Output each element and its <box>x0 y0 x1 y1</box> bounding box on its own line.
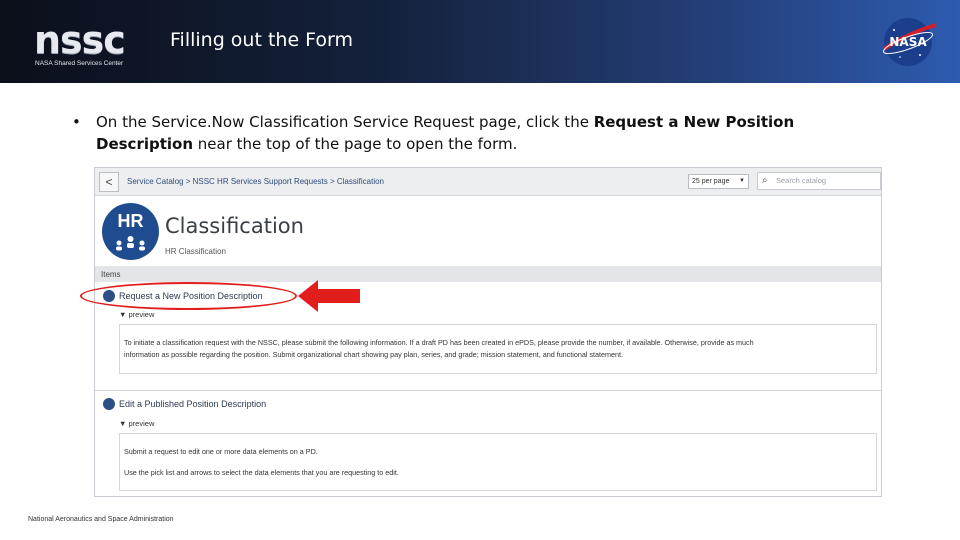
per-page-value: 25 per page <box>692 178 730 185</box>
category-title: Classification <box>165 214 304 238</box>
preview-toggle[interactable]: ▼ preview <box>119 419 154 428</box>
instruction-text-before: On the Service.Now Classification Servic… <box>96 113 594 131</box>
description-line: To initiate a classification request wit… <box>124 338 754 347</box>
pointer-arrow-icon <box>298 280 360 312</box>
bullet: • <box>72 113 81 131</box>
nasa-logo-text: NASA <box>889 35 927 49</box>
per-page-select[interactable]: 25 per page ▼ <box>688 174 749 189</box>
page-title: Filling out the Form <box>170 29 354 51</box>
search-placeholder: Search catalog <box>776 176 827 185</box>
items-label: Items <box>101 270 121 279</box>
item-divider <box>95 390 881 391</box>
preview-toggle[interactable]: ▼ preview <box>119 310 154 319</box>
preview-label: preview <box>128 310 155 319</box>
category-subtitle: HR Classification <box>165 247 226 256</box>
header-banner: nssc NASA Shared Services Center Filling… <box>0 0 960 83</box>
search-catalog-input[interactable]: ⌕ Search catalog <box>757 172 881 190</box>
back-button[interactable]: < <box>99 172 119 192</box>
description-line: Use the pick list and arrows to select t… <box>124 468 399 477</box>
breadcrumb[interactable]: Service Catalog > NSSC HR Services Suppo… <box>127 177 384 186</box>
search-icon: ⌕ <box>762 175 768 186</box>
edit-published-pd-link[interactable]: Edit a Published Position Description <box>119 399 266 409</box>
instruction-text: On the Service.Now Classification Servic… <box>96 111 896 155</box>
preview-label: preview <box>128 419 155 428</box>
logo-subtitle: NASA Shared Services Center <box>35 60 124 67</box>
logo-text: nssc <box>34 18 126 62</box>
hr-category-icon: HR <box>102 203 159 260</box>
servicenow-screenshot: < Service Catalog > NSSC HR Services Sup… <box>94 167 882 497</box>
nasa-meatball-icon: NASA <box>882 18 937 66</box>
items-header: Items <box>95 266 881 282</box>
description-line: information as possible regarding the po… <box>124 350 624 359</box>
catalog-toolbar: < Service Catalog > NSSC HR Services Sup… <box>95 168 881 196</box>
chevron-down-icon: ▼ <box>739 178 745 184</box>
description-line: Submit a request to edit one or more dat… <box>124 447 318 456</box>
item-description: Submit a request to edit one or more dat… <box>119 433 877 491</box>
catalog-item-icon <box>103 398 115 410</box>
instruction-text-after: near the top of the page to open the for… <box>193 135 518 153</box>
people-icon <box>116 236 145 251</box>
highlight-ellipse <box>80 282 297 310</box>
item-description: To initiate a classification request wit… <box>119 324 877 374</box>
nssc-logo: nssc NASA Shared Services Center <box>30 20 140 70</box>
footer-text: National Aeronautics and Space Administr… <box>28 516 174 523</box>
